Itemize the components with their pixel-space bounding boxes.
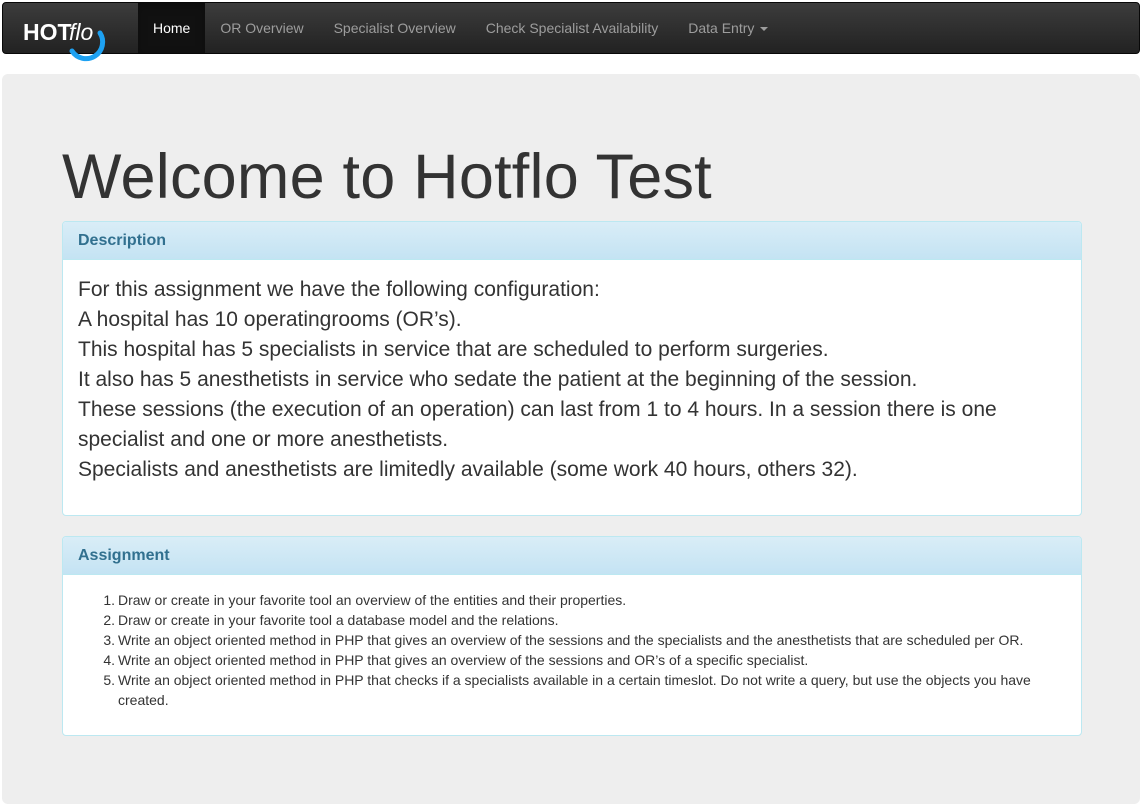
description-line: This hospital has 5 specialists in servi… xyxy=(78,338,829,361)
assignment-panel: Assignment 1. Draw or create in your fav… xyxy=(62,536,1082,736)
assignment-list: 1. Draw or create in your favorite tool … xyxy=(78,590,1066,710)
brand-light: flo xyxy=(69,19,94,45)
nav-data-entry-dropdown[interactable]: Data Entry xyxy=(673,3,783,53)
description-line: For this assignment we have the followin… xyxy=(78,278,600,301)
list-item-number: 1. xyxy=(103,592,115,608)
description-body: For this assignment we have the followin… xyxy=(63,260,1081,485)
main-nav: Home OR Overview Specialist Overview Che… xyxy=(138,3,783,53)
hotflo-logo-icon: HOT flo xyxy=(23,19,106,62)
list-item-number: 5. xyxy=(103,672,115,688)
list-item-number: 3. xyxy=(103,632,115,648)
list-item: 3. Write an object oriented method in PH… xyxy=(103,630,1066,650)
list-item: 2. Draw or create in your favorite tool … xyxy=(103,610,1066,630)
list-item-number: 2. xyxy=(103,612,115,628)
description-heading: Description xyxy=(63,222,1081,260)
caret-down-icon xyxy=(760,27,769,31)
list-item-text: Write an object oriented method in PHP t… xyxy=(118,672,1031,708)
list-item-text: Write an object oriented method in PHP t… xyxy=(118,652,809,668)
top-navbar: HOT flo Home OR Overview Specialist Over… xyxy=(2,2,1140,62)
nav-home[interactable]: Home xyxy=(138,3,206,53)
description-line: These sessions (the execution of an oper… xyxy=(78,398,997,421)
list-item: 1. Draw or create in your favorite tool … xyxy=(103,590,1066,610)
page-title: Welcome to Hotflo Test xyxy=(62,142,712,212)
assignment-body: 1. Draw or create in your favorite tool … xyxy=(63,575,1081,710)
hotflo-logo[interactable]: HOT flo xyxy=(23,9,123,69)
description-line: It also has 5 anesthetists in service wh… xyxy=(78,368,918,391)
description-line: specialist and one or more anesthetists. xyxy=(78,428,449,451)
description-line: Specialists and anesthetists are limited… xyxy=(78,458,858,481)
jumbotron: Welcome to Hotflo Test Description For t… xyxy=(2,74,1140,804)
brand-strong: HOT xyxy=(23,19,72,45)
list-item-text: Write an object oriented method in PHP t… xyxy=(118,632,1024,648)
list-item-text: Draw or create in your favorite tool a d… xyxy=(118,612,559,628)
nav-data-entry-label: Data Entry xyxy=(688,20,755,36)
description-line: A hospital has 10 operatingrooms (OR’s). xyxy=(78,308,462,331)
assignment-heading: Assignment xyxy=(63,537,1081,575)
description-panel: Description For this assignment we have … xyxy=(62,221,1082,516)
list-item-number: 4. xyxy=(103,652,115,668)
nav-or-overview[interactable]: OR Overview xyxy=(205,3,318,53)
list-item: 4. Write an object oriented method in PH… xyxy=(103,650,1066,670)
nav-check-specialist-availability[interactable]: Check Specialist Availability xyxy=(471,3,674,53)
list-item-text: Draw or create in your favorite tool an … xyxy=(118,592,627,608)
nav-specialist-overview[interactable]: Specialist Overview xyxy=(319,3,471,53)
list-item: 5. Write an object oriented method in PH… xyxy=(103,670,1066,710)
